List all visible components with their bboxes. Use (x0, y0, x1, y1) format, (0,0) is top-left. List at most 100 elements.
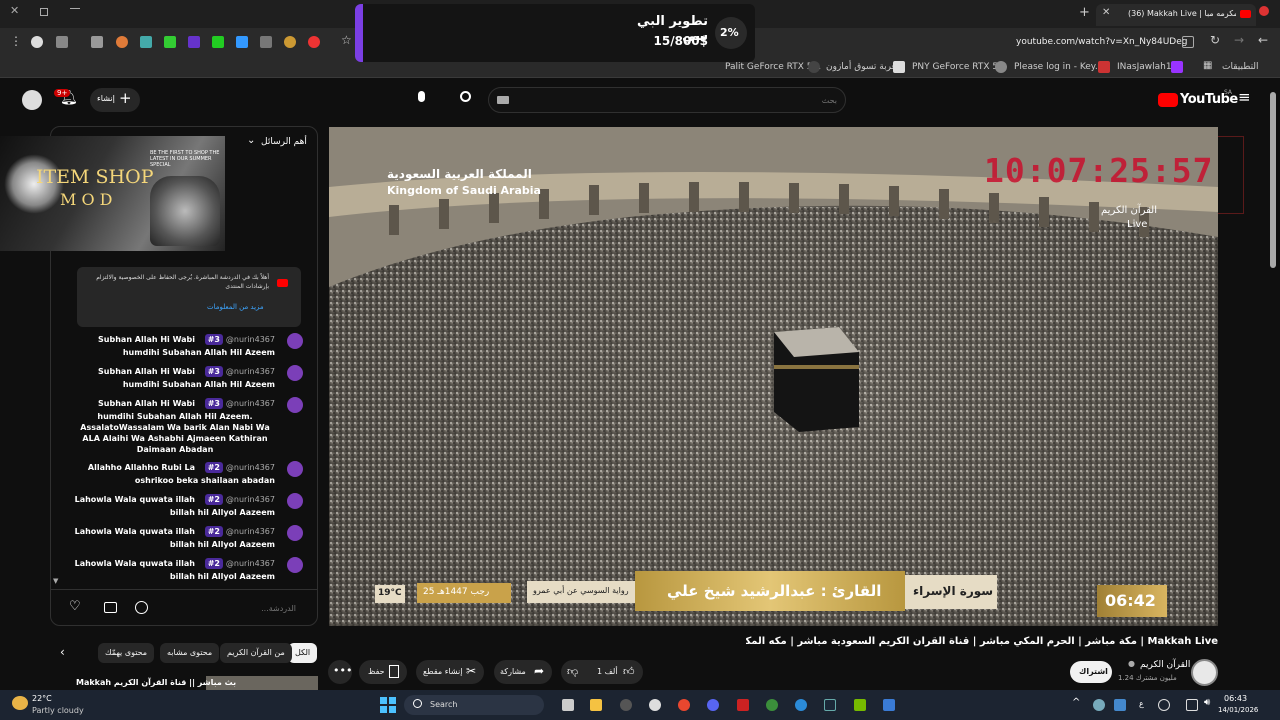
tray-icon[interactable] (1114, 699, 1126, 711)
bookmark-apps[interactable]: التطبيقات (1222, 62, 1259, 72)
profile-icon[interactable] (31, 36, 43, 48)
chat-username[interactable]: @nurin4367 (226, 367, 275, 376)
channel-avatar[interactable] (1191, 659, 1218, 686)
super-chat-icon[interactable] (104, 602, 117, 613)
address-bar-url[interactable]: youtube.com/watch?v=Xn_Ny84UDeg (1016, 37, 1187, 47)
taskbar-date[interactable]: 14/01/2026 (1218, 706, 1258, 714)
edge-icon[interactable] (795, 699, 807, 711)
network-icon[interactable] (1186, 699, 1198, 711)
bookmark-star-icon[interactable]: ☆ (341, 33, 352, 47)
apps-grid-icon[interactable]: ▦ (1203, 60, 1212, 71)
scroll-down-icon[interactable]: ▼ (53, 577, 58, 585)
reload-icon[interactable]: ↻ (1210, 33, 1220, 47)
taskbar-time[interactable]: 06:43 (1224, 694, 1247, 703)
chat-username[interactable]: @nurin4367 (226, 399, 275, 408)
weather-temp[interactable]: 22°C (32, 694, 52, 703)
avatar[interactable] (287, 333, 303, 349)
avatar[interactable] (287, 461, 303, 477)
back-icon[interactable]: ← (1258, 33, 1268, 47)
tab-close-icon[interactable]: ✕ (1102, 7, 1110, 18)
avatar[interactable] (22, 90, 42, 110)
site-settings-icon[interactable] (1182, 36, 1194, 48)
voice-search-button[interactable] (410, 87, 434, 111)
chat-username[interactable]: @nurin4367 (226, 495, 275, 504)
chat-username[interactable]: @nurin4367 (226, 335, 275, 344)
chrome-canary-icon[interactable] (766, 699, 778, 711)
minimize-icon[interactable] (70, 8, 80, 9)
nvidia-icon[interactable] (854, 699, 866, 711)
volume-icon[interactable]: 🔊︎ (1204, 697, 1210, 708)
tray-chevron-icon[interactable]: ^ (1072, 697, 1080, 708)
restore-icon[interactable] (40, 8, 48, 16)
file-explorer-icon[interactable] (590, 699, 602, 711)
subscribe-button[interactable]: اشتراك (1070, 661, 1112, 683)
chip-from-channel[interactable]: من القرآن الكريم (220, 643, 292, 663)
bookmark-item[interactable]: Please log in - Key... (1014, 62, 1103, 72)
avatar[interactable] (287, 557, 303, 573)
start-button[interactable] (380, 697, 396, 713)
new-tab-icon[interactable]: + (1079, 5, 1090, 20)
extension-4-icon[interactable] (140, 36, 152, 48)
next-video-item[interactable]: Makkah بث مباشر || قناة القرآن الكريم (50, 674, 318, 690)
discord-icon[interactable] (707, 699, 719, 711)
chevron-down-icon[interactable]: ⌄ (247, 135, 255, 146)
active-tab[interactable]: ✕ (36) Makkah Live | مكه المكرمه مبا (1096, 4, 1256, 26)
page-scrollbar[interactable] (1270, 92, 1276, 268)
weather-desc[interactable]: Partly cloudy (32, 706, 84, 715)
menu-dots-icon[interactable]: ⋮ (10, 34, 22, 48)
like-dislike-button[interactable]: 👎︎ 1 ألف 👍︎ (561, 660, 643, 684)
chrome-icon[interactable] (678, 699, 690, 711)
avatar[interactable] (287, 397, 303, 413)
task-view-icon[interactable] (562, 699, 574, 711)
avatar[interactable] (287, 365, 303, 381)
share-button[interactable]: مشاركة ➦ (494, 660, 552, 684)
channel-name[interactable]: القرآن الكريم (1140, 660, 1190, 670)
extension-6-icon[interactable] (188, 36, 200, 48)
globe-icon[interactable] (1158, 699, 1170, 711)
tray-icon[interactable] (1093, 699, 1105, 711)
chat-header-title[interactable]: أهم الرسائل (261, 137, 307, 147)
tab-audio-icon[interactable] (1259, 6, 1269, 16)
extension-7-icon[interactable] (212, 36, 224, 48)
search-button[interactable] (455, 87, 479, 111)
app-red-icon[interactable] (737, 699, 749, 711)
app-icon[interactable] (620, 699, 632, 711)
bookmark-item[interactable]: PNY GeForce RTX 5... (912, 62, 1007, 72)
search-input[interactable] (519, 92, 837, 108)
extension-10-icon[interactable] (284, 36, 296, 48)
search-bar[interactable] (488, 87, 846, 113)
like-icon[interactable]: 👍︎ (623, 665, 635, 678)
more-actions-button[interactable]: ••• (328, 660, 352, 684)
extension-9-icon[interactable] (260, 36, 272, 48)
dislike-icon[interactable]: 👎︎ (567, 665, 578, 678)
extension-3-icon[interactable] (116, 36, 128, 48)
extension-11-icon[interactable] (308, 36, 320, 48)
heart-icon[interactable]: ♡ (69, 599, 81, 614)
video-player[interactable]: المملكة العربية السعودية Kingdom of Saud… (329, 127, 1218, 626)
hamburger-menu-icon[interactable]: ≡ (1238, 88, 1251, 106)
chat-input[interactable] (156, 600, 296, 616)
extension-1-icon[interactable] (56, 36, 68, 48)
keyboard-icon[interactable] (497, 96, 509, 104)
create-button[interactable]: إنشاء + (90, 88, 140, 112)
item-shop-overlay[interactable]: ITEM SHOP M O D BE THE FIRST TO SHOP THE… (0, 136, 225, 251)
steam-icon[interactable] (824, 699, 836, 711)
extension-5-icon[interactable] (164, 36, 176, 48)
chip-related[interactable]: محتوى مشابه (160, 643, 220, 663)
chip-for-you[interactable]: محتوى يهمّك (98, 643, 155, 663)
chip-all[interactable]: الكل (288, 643, 318, 663)
window-close-icon[interactable]: ✕ (10, 4, 19, 17)
taskbar-search[interactable]: Search (404, 695, 544, 715)
avatar[interactable] (287, 493, 303, 509)
bookmark-item[interactable]: Palit GeForce RTX 5... (725, 62, 821, 72)
app-blue-icon[interactable] (883, 699, 895, 711)
bookmark-item[interactable]: INasJawlah18 (1117, 62, 1177, 72)
settings-gear-icon[interactable] (649, 699, 661, 711)
bookmark-item[interactable]: عربة تسوق أمازون (826, 62, 897, 72)
chat-username[interactable]: @nurin4367 (226, 559, 275, 568)
forward-icon[interactable]: → (1234, 33, 1244, 47)
avatar[interactable] (287, 525, 303, 541)
extension-2-icon[interactable] (91, 36, 103, 48)
input-language[interactable]: ع (1139, 699, 1144, 708)
save-button[interactable]: حفظ (359, 660, 407, 684)
